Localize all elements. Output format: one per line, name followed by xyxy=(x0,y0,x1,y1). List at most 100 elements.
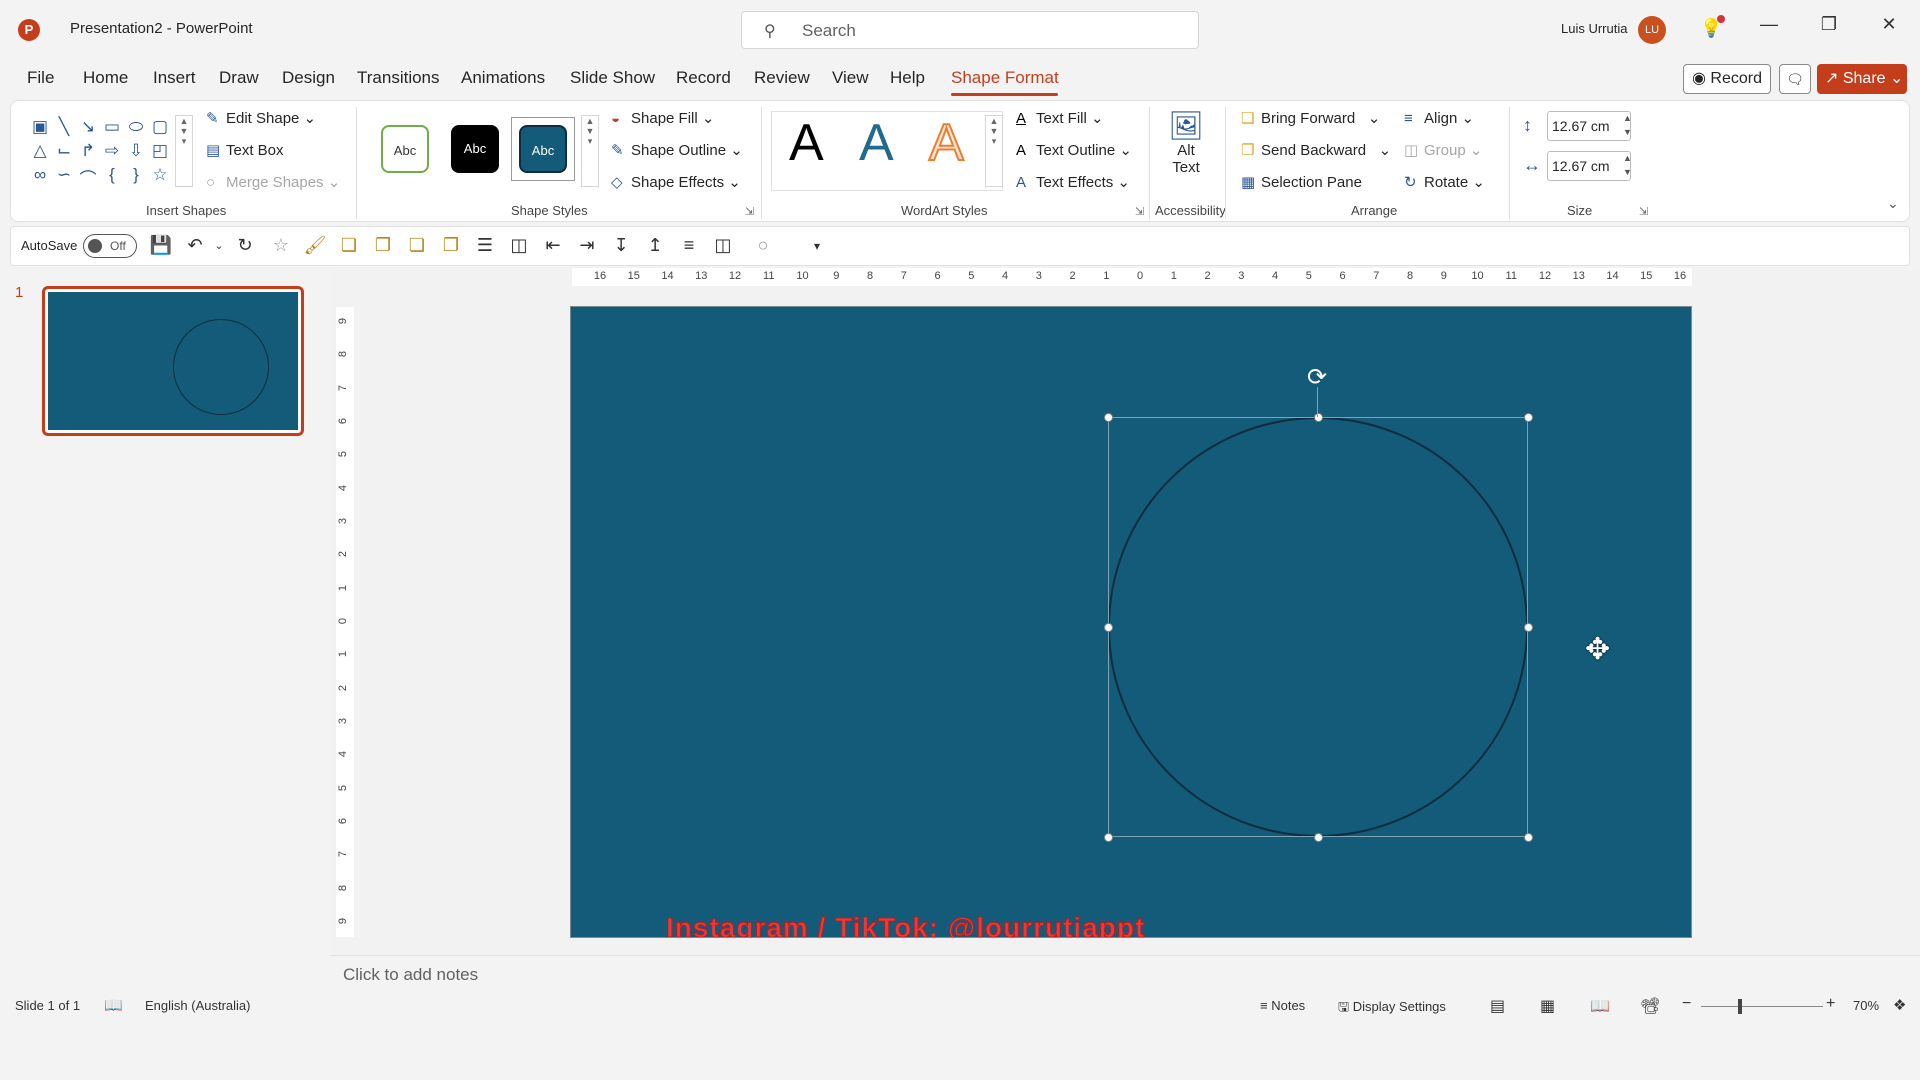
resize-handle-top-left[interactable] xyxy=(1104,413,1113,422)
tab-record[interactable]: Record xyxy=(676,68,731,88)
down-arrow-shape-icon[interactable]: ⇩ xyxy=(125,141,147,161)
alt-text-button[interactable]: 🖼 Alt Text xyxy=(1163,109,1209,176)
undo-dropdown-icon[interactable]: ⌄ xyxy=(207,239,231,252)
shape-fill-button[interactable]: ◒ Shape Fill ⌄ xyxy=(611,109,714,127)
dialog-launcher-icon[interactable]: ⇲ xyxy=(745,205,754,218)
resize-handle-bottom-right[interactable] xyxy=(1524,833,1533,842)
tab-file[interactable]: File xyxy=(27,68,54,88)
curve-shape-icon[interactable]: ∽ xyxy=(53,165,75,185)
align-top-icon[interactable]: ↥ xyxy=(643,235,667,256)
shape-styles-gallery-scroll[interactable]: ▲ ▼ ▾ xyxy=(581,115,599,187)
share-button[interactable]: ↗ Share ⌄ xyxy=(1817,64,1907,94)
zoom-out-icon[interactable]: − xyxy=(1682,995,1691,1013)
arc-shape-icon[interactable]: ⌒ xyxy=(77,165,99,190)
distribute-vertically-icon[interactable]: ≡ xyxy=(677,235,701,256)
text-outline-button[interactable]: A Text Outline ⌄ xyxy=(1016,141,1132,159)
accessibility-checker-icon[interactable]: 📖 xyxy=(104,996,123,1014)
restore-icon[interactable]: ❐ xyxy=(1814,14,1844,35)
slide-canvas[interactable]: ⟳ Instagram / TikTok: @lourrutiappt xyxy=(570,306,1692,938)
resize-handle-bottom-left[interactable] xyxy=(1104,833,1113,842)
slide-show-icon[interactable]: 📽 xyxy=(1640,996,1660,1016)
freeform-shape-icon[interactable]: ∞ xyxy=(29,165,51,185)
zoom-level[interactable]: 70% xyxy=(1853,998,1879,1013)
elbow-connector-shape-icon[interactable]: ⌙ xyxy=(53,141,75,161)
user-name[interactable]: Luis Urrutia xyxy=(1561,21,1627,36)
wordart-black[interactable]: A xyxy=(789,113,824,173)
tab-help[interactable]: Help xyxy=(890,68,925,88)
oval-shape-icon[interactable]: ⬭ xyxy=(125,117,147,137)
tab-review[interactable]: Review xyxy=(754,68,810,88)
resize-handle-left[interactable] xyxy=(1104,623,1113,632)
snip-rectangle-shape-icon[interactable]: ◰ xyxy=(149,141,171,161)
left-brace-shape-icon[interactable]: { xyxy=(101,165,123,185)
format-painter-icon[interactable]: 🖌 xyxy=(303,235,327,256)
align-middle-icon[interactable]: ◫ xyxy=(507,235,531,256)
align-right-icon[interactable]: ⇥ xyxy=(575,235,599,256)
reading-view-icon[interactable]: 📖 xyxy=(1590,996,1610,1016)
style-swatch-black[interactable]: Abc xyxy=(451,125,499,173)
dialog-launcher-icon[interactable]: ⇲ xyxy=(1639,205,1648,218)
shape-width-field[interactable]: 12.67 cm xyxy=(1547,151,1631,181)
send-backward-button[interactable]: ❐ Send Backward ⌄ xyxy=(1241,141,1391,159)
rounded-rectangle-shape-icon[interactable]: ▢ xyxy=(149,117,171,137)
avatar[interactable]: LU xyxy=(1638,16,1666,44)
shape-height-field[interactable]: 12.67 cm xyxy=(1547,111,1631,141)
rotate-handle-icon[interactable]: ⟳ xyxy=(1307,363,1327,392)
width-spinner-icon[interactable]: ▲ ▼ xyxy=(1623,151,1632,179)
zoom-in-icon[interactable]: + xyxy=(1826,995,1835,1013)
tab-animations[interactable]: Animations xyxy=(461,68,545,88)
edit-shape-button[interactable]: ✎ Edit Shape ⌄ xyxy=(206,109,316,127)
elbow-arrow-shape-icon[interactable]: ↱ xyxy=(77,141,99,161)
tab-draw[interactable]: Draw xyxy=(219,68,259,88)
star-icon[interactable]: ☆ xyxy=(269,235,293,256)
autosave-toggle[interactable]: Off xyxy=(83,234,137,258)
minimize-icon[interactable]: — xyxy=(1754,14,1784,35)
rectangle-shape-icon[interactable]: ▭ xyxy=(101,117,123,137)
language-indicator[interactable]: English (Australia) xyxy=(145,998,251,1013)
text-fill-button[interactable]: A Text Fill ⌄ xyxy=(1016,109,1104,127)
tab-transitions[interactable]: Transitions xyxy=(357,68,440,88)
selection-pane-button[interactable]: ▦ Selection Pane xyxy=(1241,173,1362,191)
line-shape-icon[interactable]: ╲ xyxy=(53,117,75,137)
send-backward-icon[interactable]: ❐ xyxy=(439,235,463,256)
tab-home[interactable]: Home xyxy=(83,68,128,88)
dialog-launcher-icon[interactable]: ⇲ xyxy=(1135,205,1144,218)
textbox-shape-icon[interactable]: ▣ xyxy=(29,117,51,137)
redo-icon[interactable]: ↻ xyxy=(233,235,257,256)
arrow-line-shape-icon[interactable]: ↘ xyxy=(77,117,99,137)
merge-shapes-icon[interactable]: ○ xyxy=(751,235,775,256)
tab-shape-format[interactable]: Shape Format xyxy=(951,68,1059,88)
shape-effects-button[interactable]: ◇ Shape Effects ⌄ xyxy=(611,173,741,191)
shapes-gallery-scroll[interactable]: ▲ ▼ ▾ xyxy=(175,115,193,187)
send-to-back-icon[interactable]: ❐ xyxy=(371,235,395,256)
wordart-gallery-scroll[interactable]: ▲ ▼ ▾ xyxy=(985,115,1003,187)
triangle-shape-icon[interactable]: △ xyxy=(29,141,51,161)
normal-view-icon[interactable]: ▤ xyxy=(1490,996,1505,1016)
fit-to-window-icon[interactable]: ❖ xyxy=(1893,996,1906,1014)
tab-slide-show[interactable]: Slide Show xyxy=(570,68,655,88)
notes-pane[interactable]: Click to add notes xyxy=(330,955,1920,992)
wordart-blue[interactable]: A xyxy=(859,113,894,173)
align-left-icon[interactable]: ⇤ xyxy=(541,235,565,256)
zoom-slider-thumb[interactable] xyxy=(1738,999,1742,1014)
star-shape-icon[interactable]: ☆ xyxy=(149,165,171,185)
text-effects-button[interactable]: A Text Effects ⌄ xyxy=(1016,173,1130,191)
bring-to-front-icon[interactable]: ❏ xyxy=(337,235,361,256)
zoom-slider[interactable] xyxy=(1701,1006,1823,1007)
record-button[interactable]: ◉ Record xyxy=(1683,64,1771,94)
distribute-horizontally-icon[interactable]: ◫ xyxy=(711,235,735,256)
undo-icon[interactable]: ↶ xyxy=(183,235,207,256)
customize-qat-icon[interactable]: ▾ xyxy=(805,239,829,253)
resize-handle-bottom[interactable] xyxy=(1314,833,1323,842)
collapse-ribbon-icon[interactable]: ⌄ xyxy=(1887,195,1899,212)
tab-insert[interactable]: Insert xyxy=(153,68,196,88)
tab-design[interactable]: Design xyxy=(282,68,335,88)
tab-view[interactable]: View xyxy=(832,68,869,88)
save-icon[interactable]: 💾 xyxy=(149,235,173,256)
notes-toggle[interactable]: ≡ Notes xyxy=(1260,998,1305,1013)
merge-shapes-button[interactable]: ○ Merge Shapes ⌄ xyxy=(206,173,340,191)
align-button[interactable]: ≡ Align ⌄ xyxy=(1404,109,1474,127)
resize-handle-top-right[interactable] xyxy=(1524,413,1533,422)
comments-button[interactable]: 🗨 xyxy=(1779,64,1811,94)
bring-forward-icon[interactable]: ❏ xyxy=(405,235,429,256)
